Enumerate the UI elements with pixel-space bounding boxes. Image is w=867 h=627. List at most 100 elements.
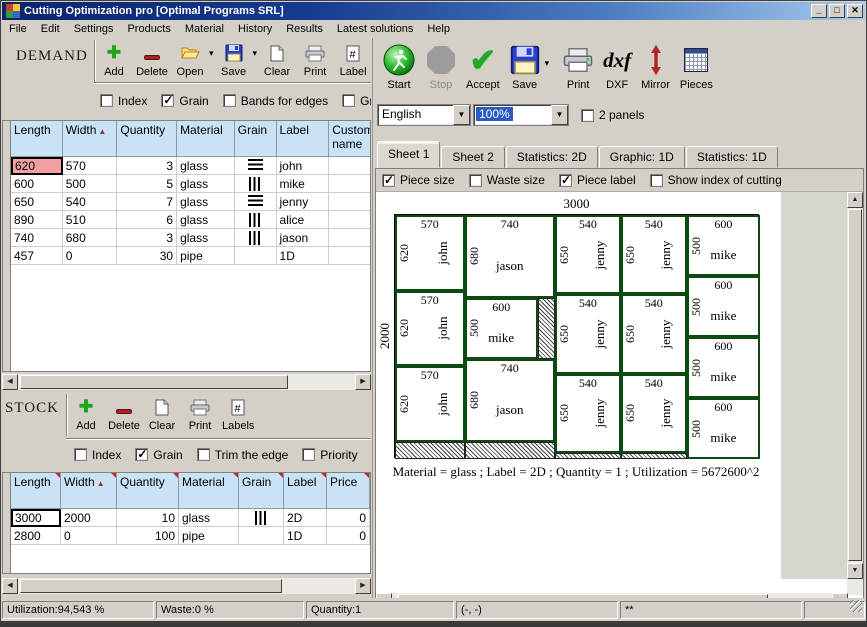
table-row[interactable]: 8905106glassalice — [11, 211, 370, 229]
cell-customer[interactable] — [329, 247, 370, 265]
chevron-down-icon[interactable]: ▼ — [453, 105, 470, 125]
header-width[interactable]: Width▲ — [63, 121, 118, 157]
piece-jenny[interactable]: 540650jenny — [555, 215, 621, 294]
piece-jenny[interactable]: 540650jenny — [555, 294, 621, 373]
scroll-thumb[interactable] — [398, 594, 768, 598]
checkbox-waste-size[interactable]: Waste size — [469, 173, 545, 187]
header-length[interactable]: Length — [11, 473, 61, 509]
demand-open-button[interactable]: Open — [171, 40, 209, 80]
stock-delete-button[interactable]: Delete — [105, 394, 143, 434]
menu-history[interactable]: History — [231, 22, 279, 36]
checkbox-trim-the-edge[interactable]: Trim the edge — [197, 448, 289, 462]
tab-statistics-2d[interactable]: Statistics: 2D — [506, 146, 598, 168]
cell-customer[interactable] — [329, 193, 370, 211]
cell-grain[interactable] — [235, 229, 277, 247]
checkbox-grinding[interactable]: Grinding — [342, 94, 371, 108]
checkbox-piece-size[interactable]: Piece size — [382, 173, 455, 187]
piece-john[interactable]: 570620john — [395, 291, 465, 367]
cell-length[interactable]: 600 — [11, 175, 63, 193]
piece-john[interactable]: 570620john — [395, 215, 465, 291]
start-button[interactable]: Start — [377, 40, 421, 93]
scroll-left-icon[interactable]: ◀ — [2, 374, 18, 390]
solution-print-button[interactable]: Print — [558, 40, 598, 93]
minimize-button[interactable]: _ — [811, 4, 827, 18]
tab-sheet-1[interactable]: Sheet 1 — [377, 141, 440, 168]
cell-width[interactable]: 0 — [61, 527, 117, 545]
header-width[interactable]: Width▲ — [61, 473, 117, 509]
menu-latest-solutions[interactable]: Latest solutions — [330, 22, 420, 36]
cell-customer[interactable] — [329, 211, 370, 229]
header-label[interactable]: Label — [284, 473, 327, 509]
cell-label[interactable]: alice — [277, 211, 330, 229]
tab-statistics-1d[interactable]: Statistics: 1D — [686, 146, 778, 168]
header-material[interactable]: Material — [177, 121, 235, 157]
cell-label[interactable]: john — [277, 157, 330, 175]
header-grain[interactable]: Grain — [235, 121, 277, 157]
cell-quantity[interactable]: 7 — [117, 193, 177, 211]
cell-length[interactable]: 740 — [11, 229, 63, 247]
cell-customer[interactable] — [329, 229, 370, 247]
cell-customer[interactable] — [329, 175, 370, 193]
checkbox-grain-stock[interactable]: Grain — [135, 448, 182, 462]
cell-length[interactable]: 620 — [11, 157, 63, 175]
header-quantity[interactable]: Quantity — [117, 473, 179, 509]
tab-graphic-1d[interactable]: Graphic: 1D — [599, 146, 685, 168]
cell-width[interactable]: 0 — [63, 247, 118, 265]
menu-products[interactable]: Products — [120, 22, 177, 36]
scroll-thumb[interactable] — [20, 579, 282, 593]
checkbox-priority[interactable]: Priority — [302, 448, 357, 462]
pieces-button[interactable]: Pieces — [675, 40, 718, 93]
table-row[interactable]: 3000200010glass2D0 — [11, 509, 370, 527]
accept-button[interactable]: ✔ Accept — [461, 40, 505, 93]
scroll-thumb[interactable] — [20, 375, 288, 389]
demand-label-button[interactable]: # Label — [334, 40, 371, 80]
save-dropdown-icon[interactable]: ▾ — [253, 48, 258, 59]
cell-grain[interactable] — [235, 157, 277, 175]
piece-jenny[interactable]: 540650jenny — [621, 374, 687, 453]
menu-settings[interactable]: Settings — [67, 22, 121, 36]
tab-sheet-2[interactable]: Sheet 2 — [441, 146, 504, 168]
demand-print-button[interactable]: Print — [296, 40, 334, 80]
cell-label[interactable]: jenny — [277, 193, 330, 211]
scroll-up-icon[interactable]: ▲ — [847, 192, 863, 208]
cell-quantity[interactable]: 3 — [117, 229, 177, 247]
menu-results[interactable]: Results — [279, 22, 330, 36]
demand-add-button[interactable]: ✚ Add — [95, 40, 133, 80]
cell-label[interactable]: 1D — [277, 247, 330, 265]
table-row[interactable]: 457030pipe1D — [11, 247, 370, 265]
save-dropdown-icon[interactable]: ▾ — [545, 58, 550, 69]
cell-quantity[interactable]: 30 — [117, 247, 177, 265]
cell-length[interactable]: 2800 — [11, 527, 61, 545]
cell-material[interactable]: glass — [177, 211, 235, 229]
scroll-left-icon[interactable]: ◀ — [376, 593, 392, 598]
demand-save-button[interactable]: Save — [215, 40, 253, 80]
cell-length[interactable]: 650 — [11, 193, 63, 211]
cell-length[interactable]: 3000 — [11, 509, 61, 527]
cell-grain[interactable] — [239, 527, 284, 545]
solution-save-button[interactable]: Save — [505, 40, 545, 93]
header-customer-name[interactable]: Customer name — [329, 121, 370, 157]
checkbox-show-index-of-cutting[interactable]: Show index of cutting — [650, 173, 782, 187]
piece-mike[interactable]: 600500mike — [687, 276, 760, 337]
close-button[interactable]: ✕ — [847, 4, 863, 18]
cell-material[interactable]: pipe — [179, 527, 239, 545]
menu-material[interactable]: Material — [178, 22, 231, 36]
piece-john[interactable]: 570620john — [395, 366, 465, 442]
mirror-button[interactable]: Mirror — [636, 40, 675, 93]
stock-clear-button[interactable]: Clear — [143, 394, 181, 434]
scroll-thumb[interactable] — [848, 209, 862, 561]
stock-labels-button[interactable]: # Labels — [219, 394, 257, 434]
cell-customer[interactable] — [329, 157, 370, 175]
scroll-right-icon[interactable]: ▶ — [355, 374, 371, 390]
checkbox-index-stock[interactable]: Index — [74, 448, 121, 462]
piece-mike[interactable]: 600500mike — [687, 337, 760, 398]
cell-width[interactable]: 540 — [63, 193, 118, 211]
cell-label[interactable]: 2D — [284, 509, 327, 527]
scroll-left-icon[interactable]: ◀ — [2, 578, 18, 594]
checkbox-bands-for-edges[interactable]: Bands for edges — [223, 94, 328, 108]
stock-print-button[interactable]: Print — [181, 394, 219, 434]
cell-grain[interactable] — [235, 247, 277, 265]
open-dropdown-icon[interactable]: ▾ — [209, 48, 214, 59]
table-row[interactable]: 6005005glassmike — [11, 175, 370, 193]
scroll-right-icon[interactable]: ▶ — [355, 578, 371, 594]
